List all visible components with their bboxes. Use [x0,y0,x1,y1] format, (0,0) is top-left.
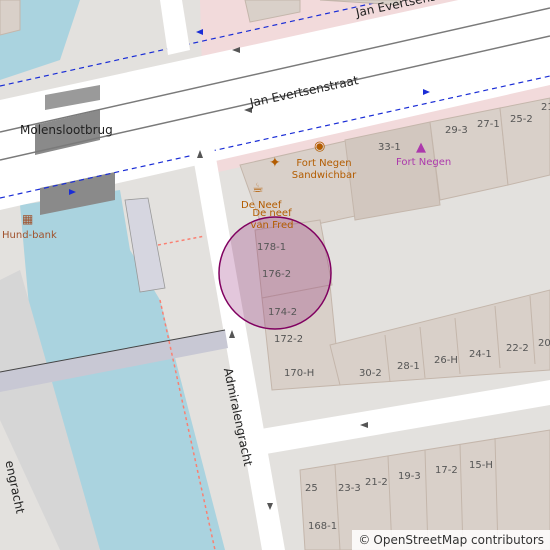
house-number: 174-2 [268,307,298,318]
poi-label-fort-negen[interactable]: Fort Negen [396,157,451,169]
house-number: 30-2 [359,368,382,379]
house-number: 20 [538,338,550,349]
footway [157,235,206,246]
map-canvas[interactable]: Jan Evertsenstraat Jan Evertsenstraat Ad… [0,0,550,550]
house-number: 21-2 [365,477,388,488]
house-number: 178-1 [257,242,287,253]
building [0,0,21,36]
copyright-symbol: © [358,533,371,547]
dog-bench-icon[interactable]: ▦ [22,212,33,226]
building [344,121,441,221]
house-number: 170-H [284,368,315,379]
restaurant-icon[interactable]: ✦ [269,155,281,171]
house-number: 33-1 [378,142,401,153]
house-number: 19-3 [398,471,421,482]
fast-food-icon[interactable]: ◉ [314,139,325,154]
house-number: 23-3 [338,483,361,494]
house-number: 24-1 [469,349,492,360]
house-number: 168-1 [308,521,338,532]
house-number: 26-H [434,355,458,366]
poi-label-de-neef-van-fred[interactable]: De neef van Fred [250,208,294,232]
bakery-icon[interactable]: ▲ [416,140,426,155]
map-attribution[interactable]: © OpenStreetMap contributors [352,530,550,550]
street-label-molenslootbrug: Molenslootbrug [20,123,113,137]
cafe-icon[interactable]: ☕ [252,181,264,196]
house-number: 25 [305,483,318,494]
house-number: 27-1 [477,119,500,130]
poi-label-fort-negen-sandwichbar[interactable]: Fort Negen Sandwichbar [290,158,358,182]
house-number: 21 [541,102,550,113]
house-number: 29-3 [445,125,468,136]
house-number: 172-2 [274,334,304,345]
attribution-link[interactable]: OpenStreetMap contributors [373,533,544,547]
road-admiralengracht-top[interactable] [160,0,190,55]
poi-label-hund-bank[interactable]: Hund-bank [2,230,57,242]
house-number: 28-1 [397,361,420,372]
house-number: 22-2 [506,343,529,354]
house-number: 15-H [469,460,493,471]
house-number: 25-2 [510,114,533,125]
house-number: 176-2 [262,269,292,280]
house-number: 17-2 [435,465,458,476]
